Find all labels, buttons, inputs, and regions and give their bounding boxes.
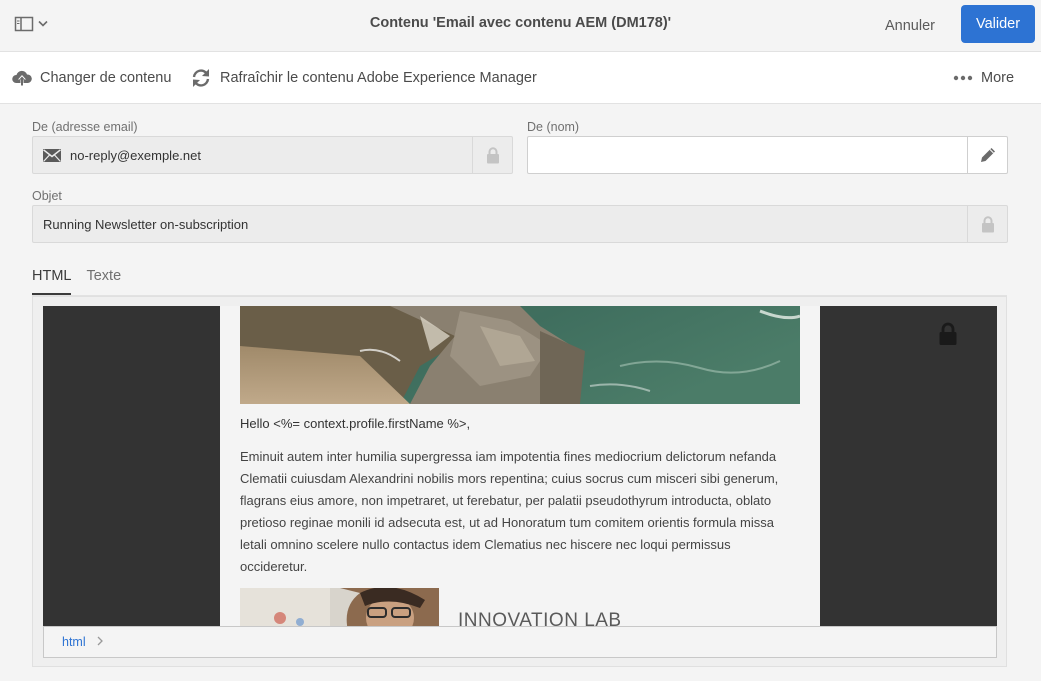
lock-icon	[486, 146, 499, 163]
from-name-field[interactable]	[527, 136, 1008, 174]
element-path-bar: html	[43, 626, 997, 658]
pencil-icon	[980, 148, 995, 162]
preview-lock	[938, 322, 958, 351]
from-email-lock	[472, 137, 512, 173]
envelope-icon	[43, 149, 61, 162]
refresh-icon	[192, 69, 210, 87]
breadcrumb-html[interactable]: html	[62, 635, 86, 649]
sidebar-panel-icon	[14, 16, 48, 32]
coastal-rocks-image	[240, 306, 800, 404]
refresh-aem-label: Rafraîchir le contenu Adobe Experience M…	[220, 70, 537, 86]
from-email-value: no-reply@exemple.net	[70, 148, 201, 163]
subject-field: Running Newsletter on-subscription	[32, 205, 1008, 243]
from-email-field: no-reply@exemple.net	[32, 136, 513, 174]
hero-image	[240, 306, 800, 404]
content-tabs: HTML Texte	[32, 268, 136, 296]
tab-texte[interactable]: Texte	[86, 268, 121, 295]
innovation-image	[240, 588, 439, 626]
validate-button[interactable]: Valider	[961, 5, 1035, 43]
change-content-label: Changer de contenu	[40, 70, 172, 86]
email-paragraph: Eminuit autem inter humilia supergressa …	[240, 449, 779, 574]
subject-value: Running Newsletter on-subscription	[43, 217, 249, 232]
lock-icon	[939, 322, 957, 345]
more-button[interactable]: More	[953, 52, 1014, 104]
email-body: Hello <%= context.profile.firstName %>, …	[220, 306, 820, 626]
edit-from-name-button[interactable]	[967, 137, 1007, 173]
scientist-photo	[240, 588, 439, 626]
top-header: Contenu 'Email avec contenu AEM (DM178)'…	[0, 0, 1041, 52]
cloud-upload-icon	[12, 70, 32, 86]
chevron-right-icon	[97, 636, 103, 646]
email-greeting: Hello <%= context.profile.firstName %>,	[240, 416, 471, 431]
change-content-button[interactable]: Changer de contenu	[12, 52, 171, 104]
from-email-label: De (adresse email)	[32, 120, 138, 134]
more-label: More	[981, 70, 1015, 86]
tab-html[interactable]: HTML	[32, 268, 72, 295]
more-dots-icon	[953, 75, 973, 81]
refresh-aem-button[interactable]: Rafraîchir le contenu Adobe Experience M…	[190, 52, 537, 104]
subject-label: Objet	[32, 189, 62, 203]
panel-toggle-button[interactable]	[14, 14, 54, 36]
lock-icon	[981, 215, 994, 232]
email-preview[interactable]: Hello <%= context.profile.firstName %>, …	[43, 306, 997, 626]
cancel-button[interactable]: Annuler	[872, 10, 948, 42]
subject-lock	[967, 206, 1007, 242]
section-title: INNOVATION LAB	[458, 610, 622, 626]
from-name-label: De (nom)	[527, 120, 580, 134]
action-bar: Changer de contenu Rafraîchir le contenu…	[0, 52, 1041, 104]
